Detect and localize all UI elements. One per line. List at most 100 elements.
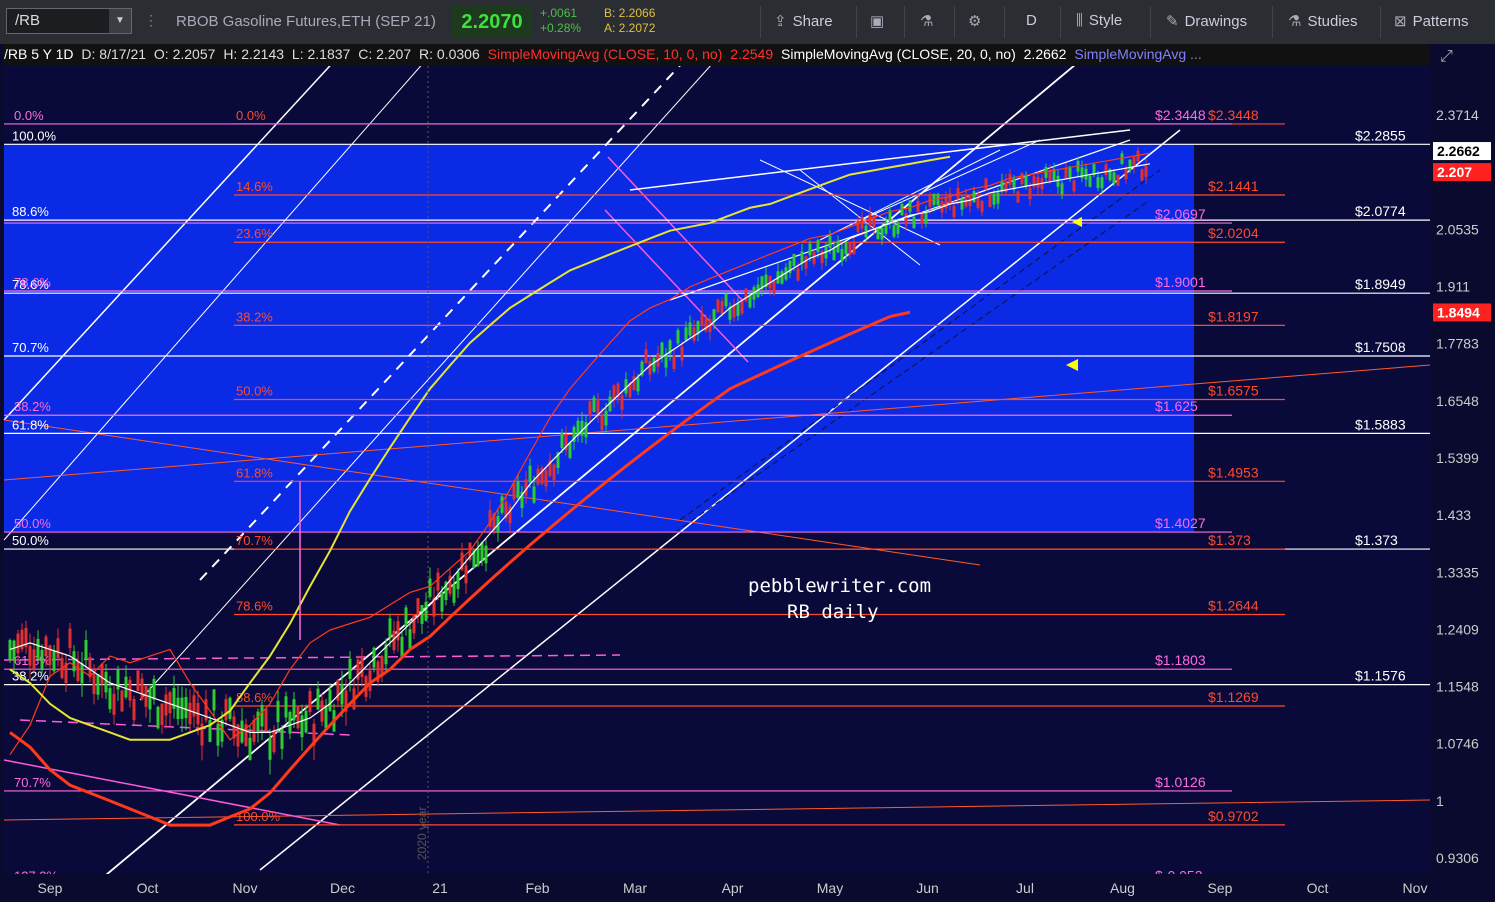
watermark-site: pebblewriter.com: [748, 575, 932, 597]
share-button[interactable]: ⇪ Share: [774, 12, 833, 30]
candle-body: [264, 708, 268, 731]
change-value: +.0061: [540, 6, 578, 20]
candle-body: [284, 696, 288, 718]
time-axis[interactable]: [0, 874, 1495, 902]
candle-body: [164, 694, 168, 716]
divider: [954, 6, 955, 38]
candle-body: [452, 584, 456, 603]
settings-button[interactable]: ⚙: [968, 12, 987, 30]
share-icon: ⇪: [774, 13, 787, 30]
price-tick-label: 1.3335: [1436, 564, 1479, 580]
candle-body: [848, 242, 852, 255]
price-tick-label: 2.0535: [1436, 221, 1479, 237]
candle-body: [184, 696, 188, 719]
candle-body: [792, 253, 796, 267]
price-tick-label: 1.1548: [1436, 679, 1479, 695]
candle-body: [644, 349, 648, 364]
fib-percent-red: 0.0%: [236, 108, 266, 123]
candle-body: [300, 715, 304, 738]
divider: [1060, 6, 1061, 38]
candle-body: [796, 268, 800, 281]
fib-percent-white: 61.8%: [12, 417, 49, 432]
candle-body: [476, 548, 480, 566]
candle-body: [620, 395, 624, 410]
fib-percent-pink: 70.7%: [14, 775, 51, 790]
change-percent: +0.28%: [540, 21, 582, 35]
candle-body: [832, 248, 836, 261]
symbol-selector[interactable]: /RB ▼: [6, 8, 132, 34]
candle-body: [36, 638, 40, 659]
price-tick-label: 0.9306: [1436, 850, 1479, 866]
candle-body: [304, 710, 308, 733]
style-button[interactable]: ⫼ Style: [1076, 12, 1122, 29]
fib-price-white: $2.2855: [1355, 127, 1406, 143]
compare-icon: ▣: [870, 13, 885, 30]
patterns-button[interactable]: ⊠ Patterns: [1394, 12, 1468, 30]
fib-price-white: $1.5883: [1355, 416, 1406, 432]
grip-icon[interactable]: ⋮: [144, 12, 158, 29]
fib-price-red: $1.373: [1208, 532, 1251, 548]
divider: [760, 6, 761, 38]
candle-body: [100, 663, 104, 685]
candle-body: [272, 729, 276, 752]
fib-percent-white: 38.2%: [12, 669, 49, 684]
fib-percent-white: 70.7%: [12, 340, 49, 355]
candle-body: [600, 415, 604, 431]
last-price: 2.2070: [452, 6, 532, 38]
studies-label: Studies: [1307, 13, 1358, 30]
candle-body: [400, 636, 404, 657]
studies-button[interactable]: ⚗ Studies: [1288, 12, 1358, 30]
candle-body: [1140, 169, 1144, 181]
sma20-value: 2.2662: [1023, 46, 1067, 62]
drawings-button[interactable]: ✎ Drawings: [1166, 12, 1247, 30]
candle-body: [688, 322, 692, 336]
fib-percent-pink: 0.0%: [14, 108, 44, 123]
fib-price-pink: $1.625: [1155, 398, 1198, 414]
patterns-label: Patterns: [1412, 13, 1469, 30]
candle-body: [1084, 168, 1088, 180]
candle-body: [648, 360, 652, 375]
flask-icon: ⚗: [1288, 13, 1302, 30]
candle-body: [904, 213, 908, 225]
price-tick-label: 1.911: [1436, 278, 1470, 294]
candle-body: [336, 680, 340, 701]
candle-body: [428, 578, 432, 597]
fib-price-red: $0.9702: [1208, 808, 1259, 824]
candle-body: [952, 205, 956, 218]
candle-body: [340, 683, 344, 705]
period-button[interactable]: D: [1026, 12, 1037, 29]
fib-price-white: $2.0774: [1355, 203, 1406, 219]
candle-body: [132, 698, 136, 721]
pencil-icon: ✎: [1166, 13, 1179, 30]
candle-body: [596, 399, 600, 414]
fib-price-white: $1.1576: [1355, 668, 1406, 684]
time-tick-label: Oct: [1307, 880, 1329, 896]
fib-percent-pink: 50.0%: [14, 516, 51, 531]
candle-body: [152, 678, 156, 700]
candle-body: [416, 598, 420, 617]
compare-button[interactable]: ▣: [870, 12, 890, 30]
ask-value: A: 2.2072: [604, 21, 656, 35]
expand-icon[interactable]: ⤢: [1440, 48, 1453, 66]
candles-icon: ⫼: [1076, 12, 1083, 29]
fib-price-red: $1.6575: [1208, 382, 1259, 398]
candle-body: [28, 645, 32, 666]
candle-body: [1100, 177, 1104, 189]
price-axis[interactable]: [1430, 66, 1495, 902]
candle-body: [780, 271, 784, 284]
candle-body: [876, 227, 880, 240]
symbol-text: /RB: [15, 12, 41, 29]
candle-body: [912, 216, 916, 229]
candle-body: [72, 651, 76, 672]
candle-body: [1124, 168, 1128, 180]
gear-icon: ⚙: [968, 13, 982, 30]
candle-body: [1060, 183, 1064, 195]
flask-button[interactable]: ⚗: [920, 12, 939, 30]
candle-body: [660, 342, 664, 357]
price-chart[interactable]: 100.0% $2.2855 88.6% $2.0774 78.6% $1.8949 70.…: [0, 44, 1495, 902]
candle-body: [224, 699, 228, 721]
chevron-down-icon[interactable]: ▼: [109, 9, 131, 33]
candle-body: [80, 663, 84, 684]
divider: [1380, 6, 1381, 38]
fib-percent-white: 88.6%: [12, 204, 49, 219]
